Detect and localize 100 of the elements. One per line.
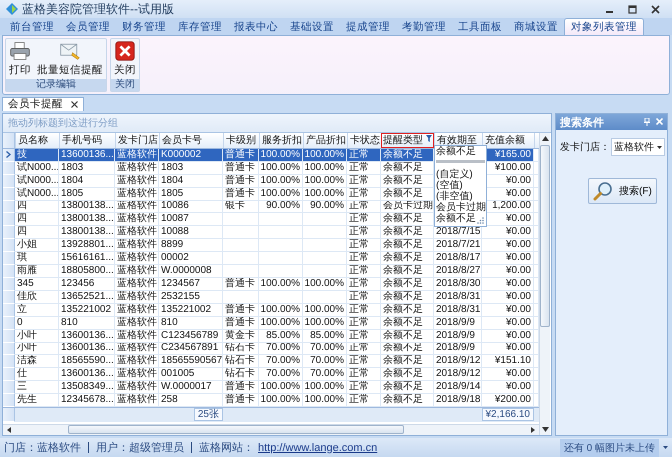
- table-cell: 135221002: [161, 304, 212, 316]
- scroll-thumb[interactable]: [68, 425, 404, 434]
- column-header[interactable]: 卡状态: [347, 133, 381, 148]
- printer-icon: [9, 40, 31, 62]
- status-text: 门店：蓝格软件: [4, 440, 81, 455]
- search-button[interactable]: 搜索(F): [588, 178, 657, 204]
- table-cell: 13800138...: [61, 226, 114, 238]
- table-cell: 13600136...: [61, 148, 114, 161]
- table-cell: 蓝格软件: [117, 330, 157, 342]
- table-cell: 小姐: [17, 239, 37, 252]
- table-cell: 001005: [161, 368, 194, 380]
- column-header[interactable]: 产品折扣: [303, 133, 347, 148]
- table-cell: 100.00%: [260, 381, 300, 394]
- column-header[interactable]: 手机号码: [59, 133, 115, 148]
- close-icon[interactable]: [651, 4, 660, 14]
- column-header[interactable]: 会员卡号: [159, 133, 223, 148]
- table-cell: 蓝格软件: [117, 148, 157, 161]
- window-title: 蓝格美容院管理软件--试用版: [22, 0, 174, 18]
- pin-icon[interactable]: [644, 118, 650, 126]
- table-cell: 10086: [161, 200, 189, 212]
- table-cell: 2018/9/12: [436, 355, 480, 368]
- table-cell: 135221002: [61, 304, 112, 316]
- menu-tab[interactable]: 库存管理: [172, 19, 228, 35]
- table-cell: 正常: [349, 265, 369, 277]
- table-cell: 试N000...: [17, 188, 58, 200]
- vertical-scrollbar[interactable]: [539, 133, 550, 435]
- menu-tab[interactable]: 财务管理: [116, 19, 172, 35]
- filter-icon[interactable]: [426, 135, 432, 142]
- table-cell: 正常: [349, 381, 369, 394]
- menu-tab[interactable]: 提成管理: [340, 19, 396, 35]
- table-cell: ¥0.00: [506, 381, 531, 394]
- column-header[interactable]: 员名称: [15, 133, 59, 148]
- resize-grip-icon[interactable]: [477, 217, 484, 224]
- store-dropdown[interactable]: 蓝格软件: [611, 138, 665, 156]
- table-cell: 2018/8/31: [436, 290, 480, 303]
- table-cell: 70.00%: [310, 368, 344, 380]
- table-cell: 正常: [349, 226, 369, 238]
- table-cell: 蓝格软件: [117, 316, 157, 329]
- group-hint: 拖动列标题到这进行分组: [8, 116, 118, 130]
- table-cell: 100.00%: [304, 394, 344, 406]
- column-header[interactable]: 服务折扣: [259, 133, 303, 148]
- column-header[interactable]: 卡级别: [223, 133, 259, 148]
- table-cell: 100.00%: [304, 174, 344, 187]
- filter-option[interactable]: 会员卡过期: [435, 202, 486, 213]
- maximize-icon[interactable]: [628, 4, 637, 14]
- table-cell: W.0000008: [161, 265, 212, 277]
- ribbon-button[interactable]: 关闭: [111, 39, 139, 77]
- table-cell: 2018/9/18: [436, 394, 480, 406]
- table-cell: 会员卡过期: [383, 200, 433, 212]
- table-cell: 100.00%: [304, 188, 344, 200]
- table-cell: 蓝格软件: [117, 394, 157, 406]
- table-cell: 蓝格软件: [117, 239, 157, 252]
- table-cell: 1805: [61, 188, 84, 200]
- ribbon-button[interactable]: 批量短信提醒: [34, 39, 106, 77]
- table-cell: 2018/7/21: [436, 239, 480, 252]
- table-cell: ¥0.00: [506, 304, 531, 316]
- menu-tab[interactable]: 考勤管理: [396, 19, 452, 35]
- summary-cell: ¥2,166.10: [482, 408, 534, 422]
- filter-value[interactable]: 余额不足: [435, 146, 486, 157]
- menu-tab[interactable]: 工具面板: [452, 19, 508, 35]
- table-cell: 258: [161, 394, 178, 406]
- dropdown-arrow-icon[interactable]: [663, 446, 668, 449]
- close-icon[interactable]: [71, 101, 78, 108]
- menu-tab[interactable]: 报表中心: [228, 19, 284, 35]
- summary-cell: 25张: [194, 408, 223, 422]
- table-cell: 正常: [349, 290, 369, 303]
- scroll-thumb[interactable]: [540, 145, 550, 327]
- table-cell: 85.00%: [266, 330, 300, 342]
- menu-tab[interactable]: 会员管理: [60, 19, 116, 35]
- website-link[interactable]: http://www.lange.com.cn: [258, 442, 378, 454]
- table-cell: W.0000017: [161, 381, 212, 394]
- table-cell: 蓝格软件: [117, 278, 157, 290]
- menu-tab[interactable]: 基础设置: [284, 19, 340, 35]
- panel-title: 搜索条件: [560, 116, 604, 130]
- column-header[interactable]: 提醒类型: [381, 133, 434, 148]
- horizontal-scrollbar[interactable]: [3, 424, 539, 435]
- table-cell: 100.00%: [260, 148, 300, 161]
- menu-tab[interactable]: 前台管理: [4, 19, 60, 35]
- column-header[interactable]: 发卡门店: [115, 133, 159, 148]
- filter-option[interactable]: 余额不足: [435, 213, 486, 224]
- table-cell: 蓝格软件: [117, 368, 157, 380]
- table-cell: 15616161...: [61, 252, 114, 264]
- filter-option[interactable]: (非空值): [435, 191, 486, 202]
- row-header[interactable]: [3, 148, 15, 162]
- menu-tab[interactable]: 商城设置: [508, 19, 564, 35]
- upload-status[interactable]: 还有 0 幅图片未上传: [560, 438, 659, 456]
- ribbon-button[interactable]: 打印: [6, 39, 34, 77]
- left-arrow-icon: [7, 426, 12, 433]
- table-cell: ¥0.00: [506, 342, 531, 354]
- menu-tab[interactable]: 对象列表管理: [564, 18, 644, 35]
- table-cell: 四: [17, 200, 27, 212]
- table-cell: 正常: [349, 239, 369, 252]
- up-arrow-icon: [542, 136, 548, 141]
- document-tab[interactable]: 会员卡提醒: [2, 97, 84, 111]
- table-cell: 70.00%: [266, 368, 300, 380]
- table-cell: 蓝格软件: [117, 290, 157, 303]
- table-cell: ¥0.00: [506, 252, 531, 264]
- table-cell: 810: [61, 316, 78, 329]
- table-cell: 蓝格软件: [117, 355, 157, 368]
- table-cell: ¥200.00: [494, 394, 531, 406]
